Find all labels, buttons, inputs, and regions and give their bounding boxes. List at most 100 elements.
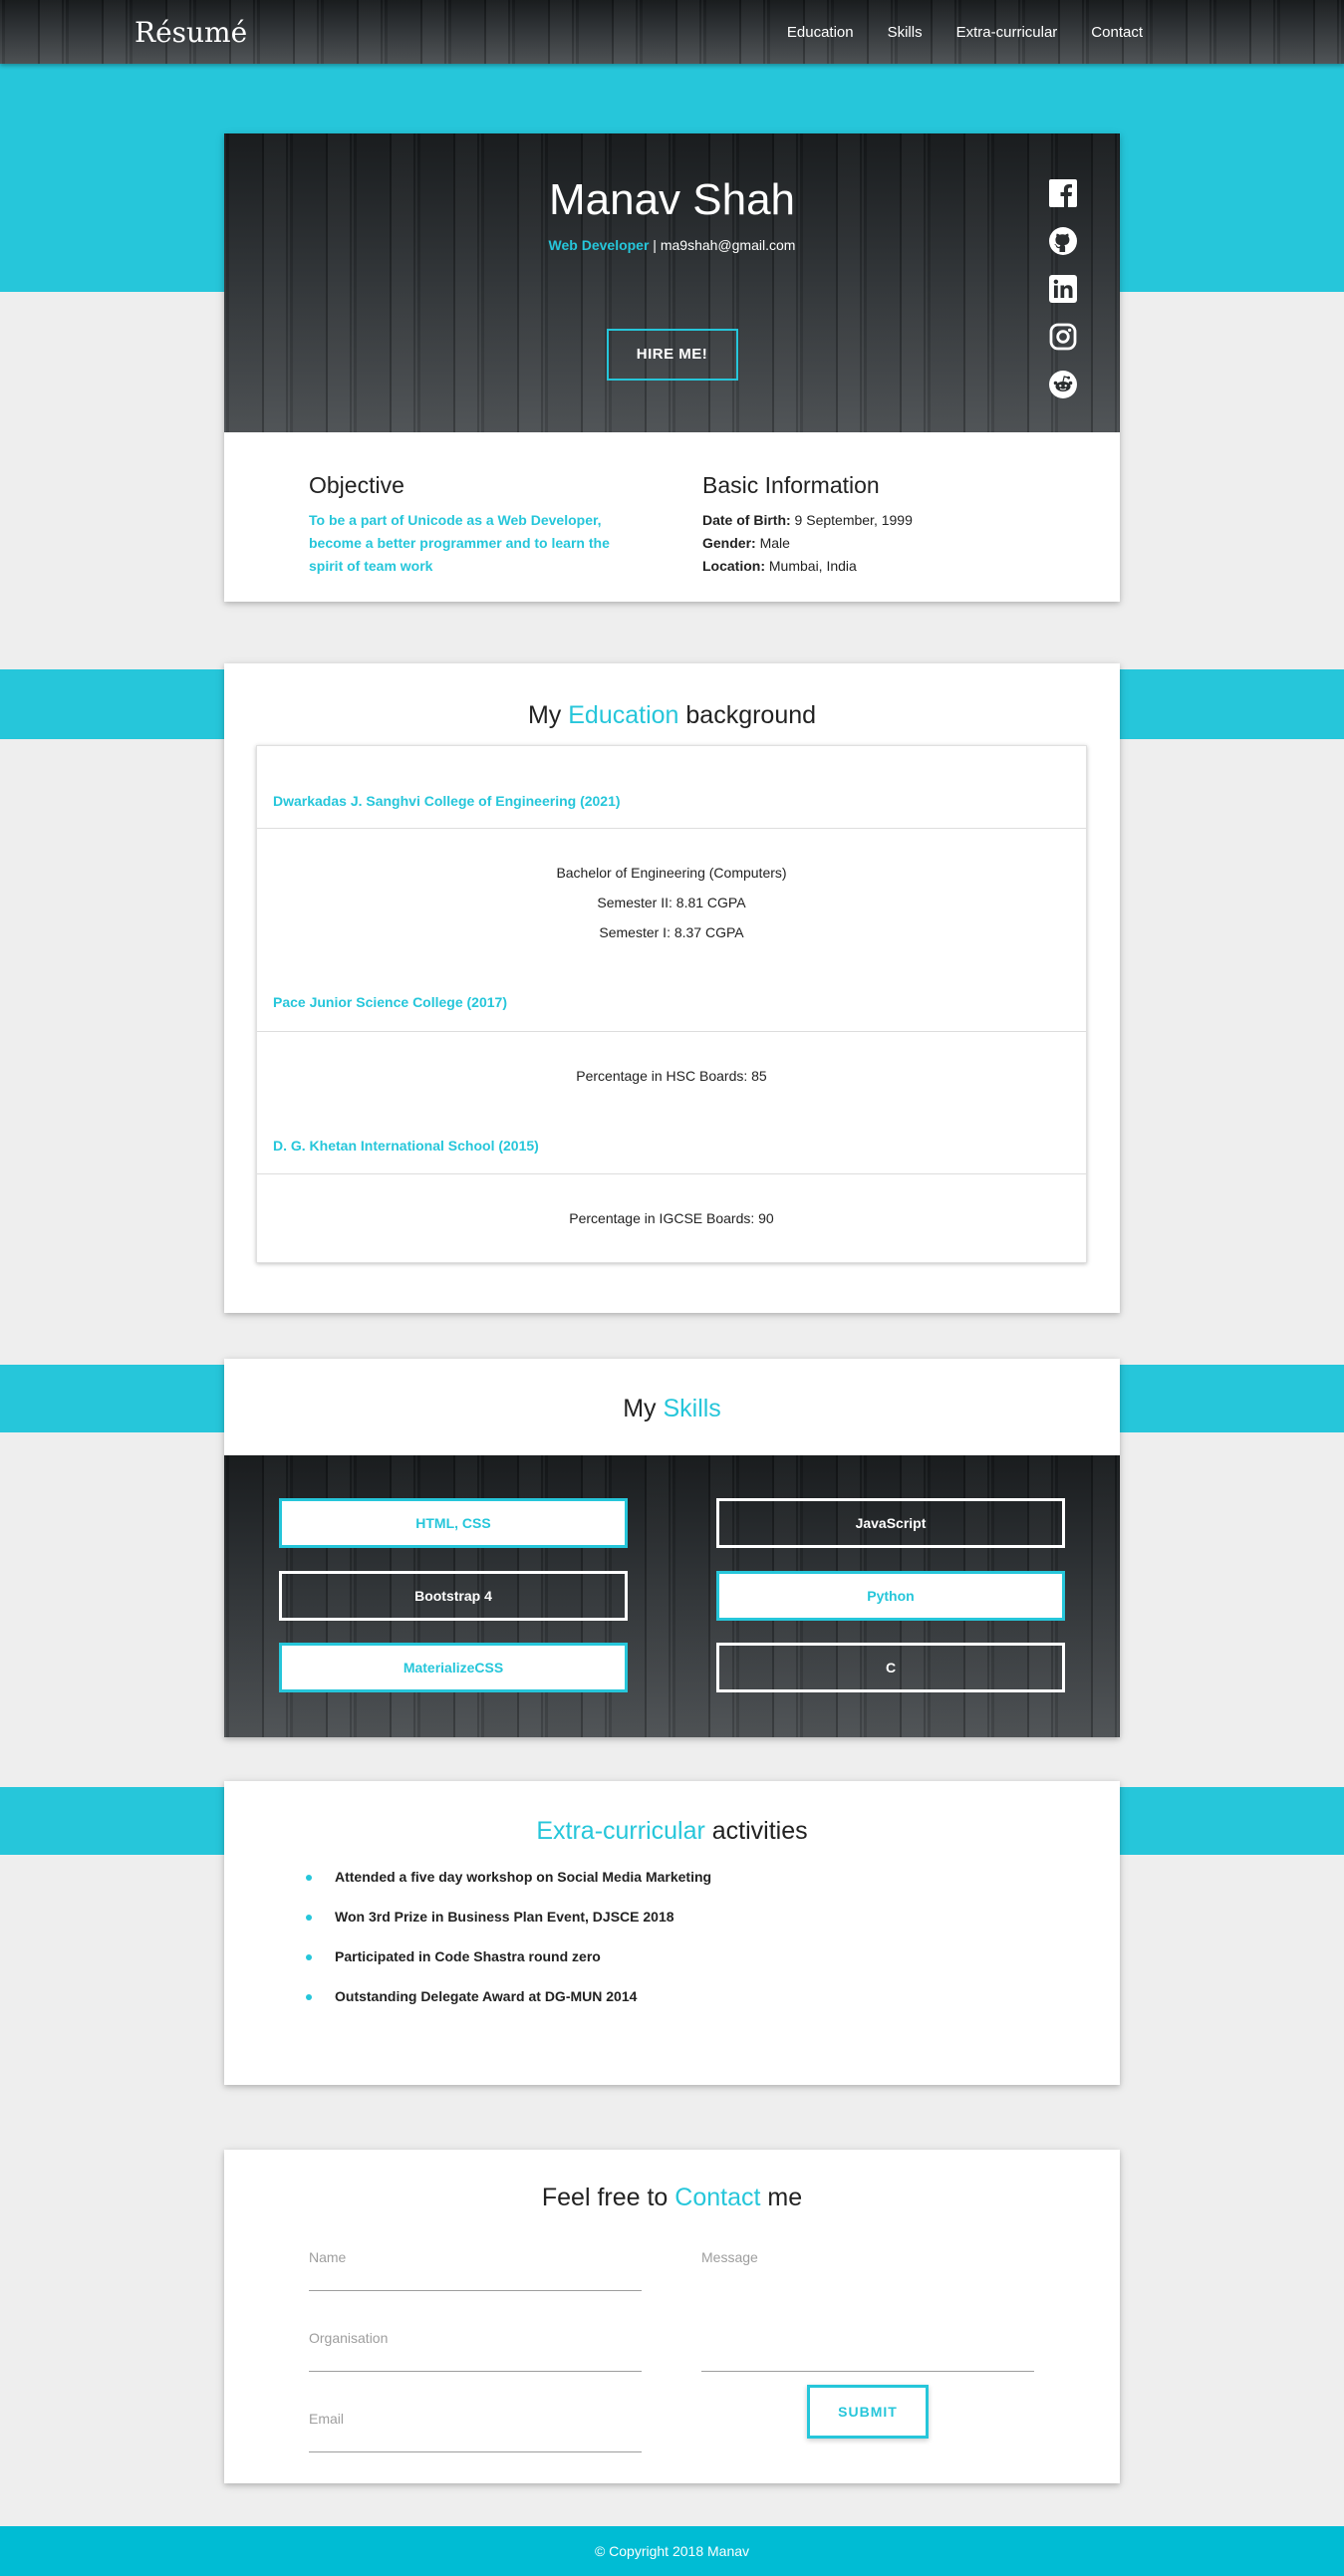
title-prefix: My [623, 1395, 664, 1422]
facebook-icon[interactable] [1049, 179, 1077, 207]
organisation-field [309, 2330, 642, 2372]
bullet-icon [306, 1875, 312, 1881]
list-item: Participated in Code Shastra round zero [306, 1948, 711, 1966]
gender-value: Male [755, 535, 790, 551]
title-accent: Education [568, 701, 679, 729]
bullet-icon [306, 1915, 312, 1921]
linkedin-icon[interactable] [1049, 275, 1077, 303]
bullet-icon [306, 1954, 312, 1960]
title-suffix: background [678, 701, 817, 729]
basic-info-title: Basic Information [702, 472, 880, 498]
education-body-1: Bachelor of Engineering (Computers) Seme… [257, 858, 1086, 947]
skill-c: C [716, 1643, 1065, 1692]
name-input[interactable] [309, 2249, 642, 2265]
education-line: Semester II: 8.81 CGPA [597, 895, 746, 910]
submit-button[interactable]: SUBMIT [807, 2385, 929, 2439]
education-header-1[interactable]: Dwarkadas J. Sanghvi College of Engineer… [257, 793, 621, 809]
message-input[interactable] [701, 2249, 1034, 2313]
location-label: Location: [702, 558, 765, 574]
title-accent: Contact [674, 2184, 761, 2211]
email-input[interactable] [309, 2411, 642, 2427]
nav-link-skills[interactable]: Skills [854, 24, 923, 41]
education-line: Semester I: 8.37 CGPA [599, 924, 744, 940]
skills-title: My Skills [224, 1395, 1120, 1423]
profile-subtitle: Web Developer | ma9shah@gmail.com [224, 237, 1120, 253]
instagram-icon[interactable] [1049, 323, 1077, 351]
objective-title: Objective [309, 472, 404, 498]
skills-card: My Skills HTML, CSS JavaScript Bootstrap… [224, 1359, 1120, 1737]
divider [257, 828, 1086, 829]
profile-card: Manav Shah Web Developer | ma9shah@gmail… [224, 133, 1120, 602]
skill-bootstrap: Bootstrap 4 [279, 1571, 628, 1621]
title-prefix: Feel free to [541, 2184, 675, 2211]
divider [257, 1031, 1086, 1032]
email-field [309, 2411, 642, 2452]
brand-logo[interactable]: Résumé [134, 16, 247, 49]
name-field [309, 2249, 642, 2291]
copyright-text: © Copyright 2018 Manav [594, 2543, 750, 2559]
nav-links: Education Skills Extra-curricular Contac… [753, 24, 1143, 41]
gender-row: Gender: Male [702, 532, 1096, 555]
footer: © Copyright 2018 Manav [0, 2526, 1344, 2576]
basic-info-list: Date of Birth: 9 September, 1999 Gender:… [702, 509, 1096, 578]
education-header-2[interactable]: Pace Junior Science College (2017) [257, 994, 507, 1010]
basic-info-column: Basic Information Date of Birth: 9 Septe… [702, 472, 1096, 578]
dob-label: Date of Birth: [702, 512, 791, 528]
title-suffix: me [760, 2184, 803, 2211]
profile-role: Web Developer [548, 237, 650, 253]
divider [257, 1173, 1086, 1174]
activities-card: Extra-curricular activities Attended a f… [224, 1781, 1120, 2085]
skills-grid: HTML, CSS JavaScript Bootstrap 4 Python … [224, 1455, 1120, 1737]
nav-link-contact[interactable]: Contact [1057, 24, 1143, 41]
bullet-icon [306, 1994, 312, 2000]
nav-link-education[interactable]: Education [753, 24, 854, 41]
social-links [1049, 179, 1077, 398]
activities-title: Extra-curricular activities [224, 1817, 1120, 1846]
skill-javascript: JavaScript [716, 1498, 1065, 1548]
nav-link-extra-curricular[interactable]: Extra-curricular [923, 24, 1058, 41]
location-row: Location: Mumbai, India [702, 555, 1096, 578]
activity-text: Won 3rd Prize in Business Plan Event, DJ… [335, 1909, 674, 1925]
skill-html-css: HTML, CSS [279, 1498, 628, 1548]
education-line: Percentage in IGCSE Boards: 90 [569, 1210, 774, 1226]
dob-row: Date of Birth: 9 September, 1999 [702, 509, 1096, 532]
organisation-input[interactable] [309, 2330, 642, 2346]
education-card: My Education background Dwarkadas J. San… [224, 663, 1120, 1313]
objective-text: To be a part of Unicode as a Web Develop… [309, 512, 610, 574]
activity-text: Outstanding Delegate Award at DG-MUN 201… [335, 1988, 638, 2004]
location-value: Mumbai, India [765, 558, 857, 574]
skill-python: Python [716, 1571, 1065, 1621]
navbar: Résumé Education Skills Extra-curricular… [0, 0, 1344, 64]
info-section: Objective To be a part of Unicode as a W… [224, 432, 1120, 578]
hero-banner: Manav Shah Web Developer | ma9shah@gmail… [224, 133, 1120, 432]
profile-name: Manav Shah [548, 175, 796, 224]
contact-card: Feel free to Contact me SUBMIT [224, 2150, 1120, 2483]
dob-value: 9 September, 1999 [790, 512, 913, 528]
education-line: Bachelor of Engineering (Computers) [556, 865, 787, 881]
education-collapsible: Dwarkadas J. Sanghvi College of Engineer… [256, 745, 1087, 1263]
github-icon[interactable] [1049, 227, 1077, 255]
reddit-icon[interactable] [1049, 371, 1077, 398]
title-prefix: My [527, 701, 569, 729]
contact-title: Feel free to Contact me [224, 2184, 1120, 2212]
list-item: Attended a five day workshop on Social M… [306, 1869, 711, 1887]
education-header-3[interactable]: D. G. Khetan International School (2015) [257, 1138, 539, 1154]
list-item: Won 3rd Prize in Business Plan Event, DJ… [306, 1909, 711, 1927]
education-title: My Education background [224, 701, 1120, 730]
activities-list: Attended a five day workshop on Social M… [306, 1869, 711, 2028]
hire-me-button[interactable]: HIRE ME! [606, 329, 738, 381]
education-line: Percentage in HSC Boards: 85 [576, 1068, 767, 1084]
title-suffix: activities [704, 1817, 808, 1845]
activity-text: Participated in Code Shastra round zero [335, 1948, 601, 1964]
education-body-3: Percentage in IGCSE Boards: 90 [257, 1203, 1086, 1233]
subtitle-separator: | [649, 237, 661, 253]
objective-column: Objective To be a part of Unicode as a W… [309, 472, 702, 578]
profile-email[interactable]: ma9shah@gmail.com [661, 237, 796, 253]
title-accent: Extra-curricular [536, 1817, 705, 1845]
education-body-2: Percentage in HSC Boards: 85 [257, 1061, 1086, 1091]
activity-text: Attended a five day workshop on Social M… [335, 1869, 712, 1885]
message-field [701, 2249, 1034, 2372]
skill-materializecss: MaterializeCSS [279, 1643, 628, 1692]
gender-label: Gender: [702, 535, 756, 551]
title-accent: Skills [663, 1395, 721, 1422]
